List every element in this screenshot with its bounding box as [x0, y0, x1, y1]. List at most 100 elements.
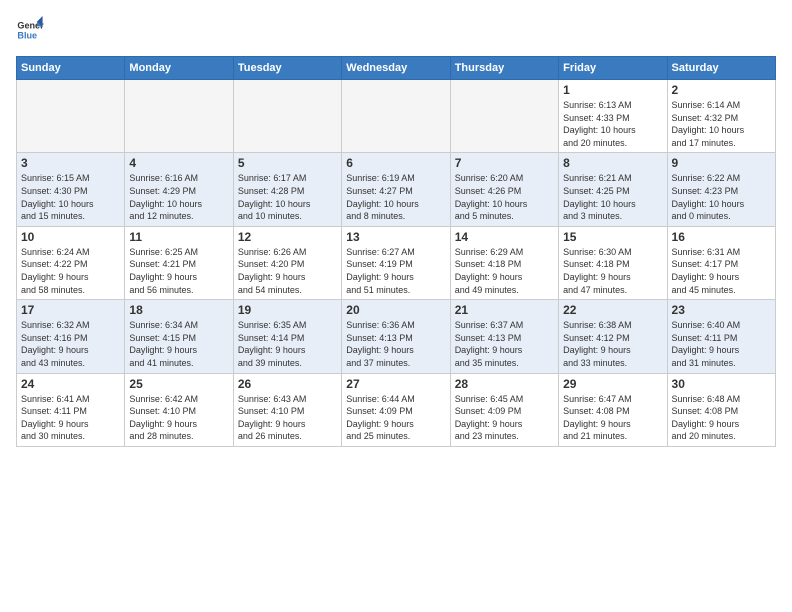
day-info: Sunrise: 6:37 AM Sunset: 4:13 PM Dayligh… — [455, 319, 554, 369]
day-info: Sunrise: 6:43 AM Sunset: 4:10 PM Dayligh… — [238, 393, 337, 443]
calendar-day-cell — [233, 80, 341, 153]
calendar-day-cell: 7Sunrise: 6:20 AM Sunset: 4:26 PM Daylig… — [450, 153, 558, 226]
day-number: 21 — [455, 303, 554, 317]
day-info: Sunrise: 6:24 AM Sunset: 4:22 PM Dayligh… — [21, 246, 120, 296]
day-number: 2 — [672, 83, 771, 97]
day-number: 7 — [455, 156, 554, 170]
calendar-week-row: 10 Sunrise: 6:24 AM Sunset: 4:22 PM Dayli… — [17, 226, 776, 299]
day-info: Sunrise: 6:14 AM Sunset: 4:32 PM Dayligh… — [672, 99, 771, 149]
calendar-day-cell — [450, 80, 558, 153]
calendar-day-cell: 16 Sunrise: 6:31 AM Sunset: 4:17 PM Dayli… — [667, 226, 775, 299]
calendar-day-cell: 11 Sunrise: 6:25 AM Sunset: 4:21 PM Dayli… — [125, 226, 233, 299]
calendar-day-cell: 28Sunrise: 6:45 AM Sunset: 4:09 PM Dayli… — [450, 373, 558, 446]
svg-text:Blue: Blue — [17, 30, 37, 40]
day-number: 1 — [563, 83, 662, 97]
day-number: 25 — [129, 377, 228, 391]
day-info: Sunrise: 6:45 AM Sunset: 4:09 PM Dayligh… — [455, 393, 554, 443]
calendar-day-cell: 29 Sunrise: 6:47 AM Sunset: 4:08 PM Dayli… — [559, 373, 667, 446]
calendar-day-cell: 18Sunrise: 6:34 AM Sunset: 4:15 PM Dayli… — [125, 300, 233, 373]
day-info: Sunrise: 6:29 AM Sunset: 4:18 PM Dayligh… — [455, 246, 554, 296]
day-info: Sunrise: 6:25 AM Sunset: 4:21 PM Dayligh… — [129, 246, 228, 296]
day-info: Sunrise: 6:38 AM Sunset: 4:12 PM Dayligh… — [563, 319, 662, 369]
day-info: Sunrise: 6:30 AM Sunset: 4:18 PM Dayligh… — [563, 246, 662, 296]
day-info: Sunrise: 6:21 AM Sunset: 4:25 PM Dayligh… — [563, 172, 662, 222]
calendar-day-cell: 5Sunrise: 6:17 AM Sunset: 4:28 PM Daylig… — [233, 153, 341, 226]
weekday-header-friday: Friday — [559, 57, 667, 80]
calendar-day-cell: 6Sunrise: 6:19 AM Sunset: 4:27 PM Daylig… — [342, 153, 450, 226]
weekday-header-sunday: Sunday — [17, 57, 125, 80]
calendar-day-cell: 25Sunrise: 6:42 AM Sunset: 4:10 PM Dayli… — [125, 373, 233, 446]
day-info: Sunrise: 6:27 AM Sunset: 4:19 PM Dayligh… — [346, 246, 445, 296]
day-number: 16 — [672, 230, 771, 244]
calendar-day-cell: 12 Sunrise: 6:26 AM Sunset: 4:20 PM Dayli… — [233, 226, 341, 299]
day-number: 5 — [238, 156, 337, 170]
calendar-day-cell: 8Sunrise: 6:21 AM Sunset: 4:25 PM Daylig… — [559, 153, 667, 226]
day-info: Sunrise: 6:47 AM Sunset: 4:08 PM Dayligh… — [563, 393, 662, 443]
day-info: Sunrise: 6:13 AM Sunset: 4:33 PM Dayligh… — [563, 99, 662, 149]
calendar-day-cell: 2 Sunrise: 6:14 AM Sunset: 4:32 PM Daylig… — [667, 80, 775, 153]
day-info: Sunrise: 6:35 AM Sunset: 4:14 PM Dayligh… — [238, 319, 337, 369]
day-number: 20 — [346, 303, 445, 317]
weekday-header-saturday: Saturday — [667, 57, 775, 80]
weekday-header-monday: Monday — [125, 57, 233, 80]
logo: General Blue — [16, 16, 48, 44]
calendar-day-cell: 10 Sunrise: 6:24 AM Sunset: 4:22 PM Dayli… — [17, 226, 125, 299]
calendar-day-cell: 1 Sunrise: 6:13 AM Sunset: 4:33 PM Daylig… — [559, 80, 667, 153]
calendar-day-cell: 26 Sunrise: 6:43 AM Sunset: 4:10 PM Dayli… — [233, 373, 341, 446]
day-number: 6 — [346, 156, 445, 170]
page-header: General Blue — [16, 16, 776, 44]
calendar-day-cell: 23 Sunrise: 6:40 AM Sunset: 4:11 PM Dayli… — [667, 300, 775, 373]
calendar-day-cell — [125, 80, 233, 153]
day-number: 11 — [129, 230, 228, 244]
day-number: 9 — [672, 156, 771, 170]
calendar-day-cell: 15 Sunrise: 6:30 AM Sunset: 4:18 PM Dayli… — [559, 226, 667, 299]
logo-icon: General Blue — [16, 16, 44, 44]
day-info: Sunrise: 6:15 AM Sunset: 4:30 PM Dayligh… — [21, 172, 120, 222]
day-number: 29 — [563, 377, 662, 391]
day-info: Sunrise: 6:36 AM Sunset: 4:13 PM Dayligh… — [346, 319, 445, 369]
day-info: Sunrise: 6:31 AM Sunset: 4:17 PM Dayligh… — [672, 246, 771, 296]
day-number: 24 — [21, 377, 120, 391]
calendar-day-cell: 9 Sunrise: 6:22 AM Sunset: 4:23 PM Daylig… — [667, 153, 775, 226]
day-number: 17 — [21, 303, 120, 317]
calendar-day-cell: 21 Sunrise: 6:37 AM Sunset: 4:13 PM Dayli… — [450, 300, 558, 373]
day-info: Sunrise: 6:16 AM Sunset: 4:29 PM Dayligh… — [129, 172, 228, 222]
weekday-header-tuesday: Tuesday — [233, 57, 341, 80]
calendar-day-cell: 27 Sunrise: 6:44 AM Sunset: 4:09 PM Dayli… — [342, 373, 450, 446]
day-number: 10 — [21, 230, 120, 244]
calendar-day-cell: 13Sunrise: 6:27 AM Sunset: 4:19 PM Dayli… — [342, 226, 450, 299]
calendar-day-cell: 4 Sunrise: 6:16 AM Sunset: 4:29 PM Daylig… — [125, 153, 233, 226]
calendar-day-cell: 3Sunrise: 6:15 AM Sunset: 4:30 PM Daylig… — [17, 153, 125, 226]
day-info: Sunrise: 6:48 AM Sunset: 4:08 PM Dayligh… — [672, 393, 771, 443]
day-number: 30 — [672, 377, 771, 391]
calendar-day-cell: 20 Sunrise: 6:36 AM Sunset: 4:13 PM Dayli… — [342, 300, 450, 373]
day-number: 14 — [455, 230, 554, 244]
calendar-day-cell: 30 Sunrise: 6:48 AM Sunset: 4:08 PM Dayli… — [667, 373, 775, 446]
calendar-day-cell: 24Sunrise: 6:41 AM Sunset: 4:11 PM Dayli… — [17, 373, 125, 446]
calendar-day-cell: 17 Sunrise: 6:32 AM Sunset: 4:16 PM Dayli… — [17, 300, 125, 373]
day-number: 12 — [238, 230, 337, 244]
weekday-header-thursday: Thursday — [450, 57, 558, 80]
day-info: Sunrise: 6:32 AM Sunset: 4:16 PM Dayligh… — [21, 319, 120, 369]
calendar-day-cell: 22 Sunrise: 6:38 AM Sunset: 4:12 PM Dayli… — [559, 300, 667, 373]
day-number: 22 — [563, 303, 662, 317]
weekday-header-wednesday: Wednesday — [342, 57, 450, 80]
day-number: 23 — [672, 303, 771, 317]
day-number: 26 — [238, 377, 337, 391]
day-info: Sunrise: 6:26 AM Sunset: 4:20 PM Dayligh… — [238, 246, 337, 296]
day-info: Sunrise: 6:44 AM Sunset: 4:09 PM Dayligh… — [346, 393, 445, 443]
calendar-week-row: 1 Sunrise: 6:13 AM Sunset: 4:33 PM Daylig… — [17, 80, 776, 153]
calendar-header-row: SundayMondayTuesdayWednesdayThursdayFrid… — [17, 57, 776, 80]
calendar-day-cell: 19Sunrise: 6:35 AM Sunset: 4:14 PM Dayli… — [233, 300, 341, 373]
day-info: Sunrise: 6:22 AM Sunset: 4:23 PM Dayligh… — [672, 172, 771, 222]
day-info: Sunrise: 6:40 AM Sunset: 4:11 PM Dayligh… — [672, 319, 771, 369]
day-number: 27 — [346, 377, 445, 391]
calendar-day-cell — [17, 80, 125, 153]
calendar-week-row: 3Sunrise: 6:15 AM Sunset: 4:30 PM Daylig… — [17, 153, 776, 226]
calendar-day-cell — [342, 80, 450, 153]
day-number: 18 — [129, 303, 228, 317]
day-number: 4 — [129, 156, 228, 170]
calendar-day-cell: 14 Sunrise: 6:29 AM Sunset: 4:18 PM Dayli… — [450, 226, 558, 299]
day-number: 15 — [563, 230, 662, 244]
calendar-week-row: 24Sunrise: 6:41 AM Sunset: 4:11 PM Dayli… — [17, 373, 776, 446]
